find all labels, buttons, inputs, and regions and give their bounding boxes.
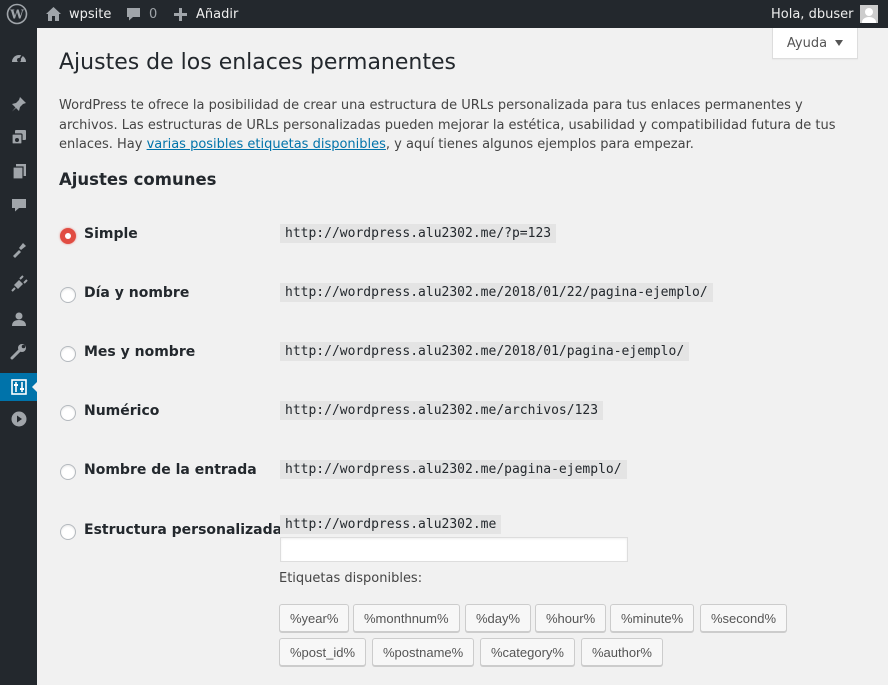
tag-button[interactable]: %postname% xyxy=(372,638,475,666)
custom-base-url: http://wordpress.alu2302.me xyxy=(280,515,502,534)
option-label[interactable]: Nombre de la entrada xyxy=(84,462,257,478)
collapse-icon[interactable] xyxy=(0,406,37,432)
available-tags-link[interactable]: varias posibles etiquetas disponibles xyxy=(147,137,386,152)
example-url: http://wordpress.alu2302.me/2018/01/pagi… xyxy=(280,342,690,361)
intro-tail: , y aquí tienes algunos ejemplos para em… xyxy=(385,137,694,152)
settings-icon[interactable] xyxy=(0,373,38,401)
tag-button[interactable]: %author% xyxy=(581,638,663,666)
tag-button[interactable]: %second% xyxy=(700,604,788,632)
example-url: http://wordpress.alu2302.me/?p=123 xyxy=(280,224,557,243)
tools-icon[interactable] xyxy=(0,339,37,365)
site-name-link[interactable]: wpsite xyxy=(45,0,111,28)
option-label[interactable]: Estructura personalizada xyxy=(84,522,282,538)
home-icon xyxy=(46,7,61,21)
tag-button[interactable]: %minute% xyxy=(610,604,695,632)
option-label[interactable]: Mes y nombre xyxy=(84,344,195,360)
new-content-link[interactable]: Añadir xyxy=(173,0,238,28)
tag-button[interactable]: %year% xyxy=(279,604,350,632)
greeting: Hola, dbuser xyxy=(771,6,854,22)
option-label[interactable]: Día y nombre xyxy=(84,285,189,301)
tag-button[interactable]: %monthnum% xyxy=(353,604,460,632)
svg-text:W: W xyxy=(9,8,24,22)
radio-day-name[interactable] xyxy=(60,287,76,303)
my-account-link[interactable]: Hola, dbuser xyxy=(771,0,879,28)
available-tags-label: Etiquetas disponibles: xyxy=(279,571,423,586)
appearance-icon[interactable] xyxy=(0,237,37,263)
comments-icon[interactable] xyxy=(0,192,37,218)
comment-icon xyxy=(127,8,140,21)
radio-custom[interactable] xyxy=(60,524,76,540)
media-icon[interactable] xyxy=(0,124,37,150)
chevron-down-icon xyxy=(835,40,844,46)
radio-numeric[interactable] xyxy=(60,405,76,421)
current-menu-arrow xyxy=(32,381,38,393)
tag-button[interactable]: %post_id% xyxy=(279,638,367,666)
dashboard-icon[interactable] xyxy=(0,45,37,71)
radio-post-name[interactable] xyxy=(60,464,76,480)
tag-button[interactable]: %category% xyxy=(480,638,575,666)
avatar xyxy=(860,5,879,23)
tag-button[interactable]: %day% xyxy=(465,604,532,632)
users-icon[interactable] xyxy=(0,306,37,332)
custom-structure-input[interactable] xyxy=(280,537,628,562)
help-label: Ayuda xyxy=(786,35,828,51)
section-heading: Ajustes comunes xyxy=(59,170,217,189)
plugins-icon[interactable] xyxy=(0,271,37,297)
plus-icon xyxy=(174,7,187,21)
admin-menu xyxy=(0,28,38,685)
admin-bar: W wpsite 0 Añadir Hola, dbuser xyxy=(0,0,888,28)
help-button[interactable]: Ayuda xyxy=(772,28,858,59)
option-label[interactable]: Numérico xyxy=(84,403,159,419)
intro-paragraph: WordPress te ofrece la posibilidad de cr… xyxy=(59,96,849,155)
site-name: wpsite xyxy=(69,6,112,22)
example-url: http://wordpress.alu2302.me/pagina-ejemp… xyxy=(280,460,627,479)
comments-link[interactable]: 0 xyxy=(125,0,157,28)
option-label[interactable]: Simple xyxy=(84,226,138,242)
example-url: http://wordpress.alu2302.me/2018/01/22/p… xyxy=(280,283,713,302)
new-label: Añadir xyxy=(196,6,239,22)
example-url: http://wordpress.alu2302.me/archivos/123 xyxy=(280,401,604,420)
radio-month-name[interactable] xyxy=(60,346,76,362)
page-title: Ajustes de los enlaces permanentes xyxy=(59,50,456,75)
comments-count: 0 xyxy=(149,6,158,22)
tag-button[interactable]: %hour% xyxy=(535,604,607,632)
wordpress-logo-icon[interactable]: W xyxy=(6,0,28,28)
pin-icon[interactable] xyxy=(0,91,37,117)
radio-simple[interactable] xyxy=(60,228,76,244)
pages-icon[interactable] xyxy=(0,158,37,184)
